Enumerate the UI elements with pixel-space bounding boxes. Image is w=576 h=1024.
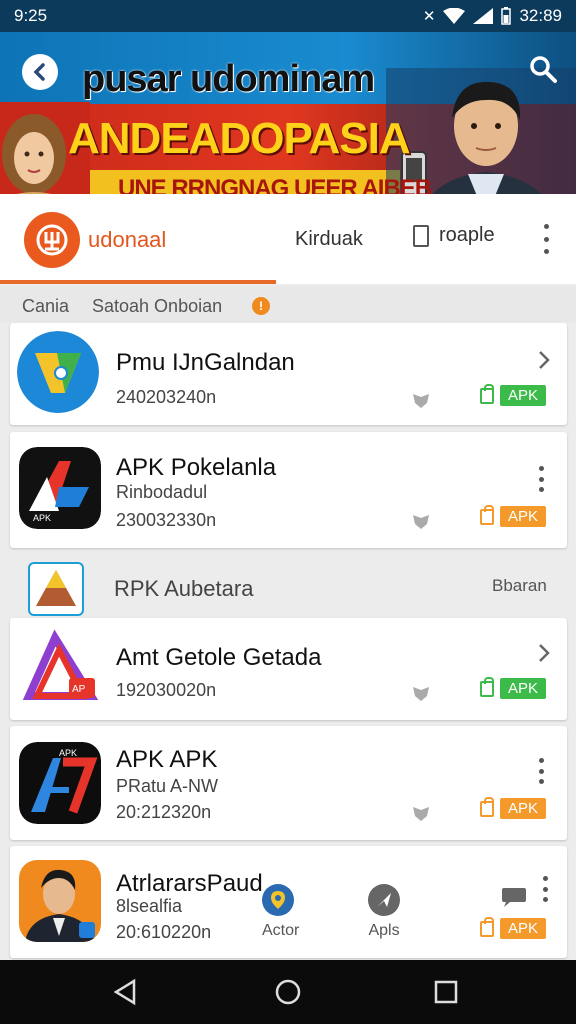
svg-text:APK: APK: [33, 513, 51, 523]
svg-text:APK: APK: [59, 748, 77, 758]
list-item[interactable]: AP Amt Getole Getada 192030020n APK: [10, 618, 567, 720]
signal-icon: [473, 8, 494, 24]
apk-download[interactable]: APK: [480, 796, 547, 819]
back-button[interactable]: [22, 54, 58, 90]
tab-brand[interactable]: udonaal: [24, 212, 166, 268]
apk-badge: APK: [500, 678, 547, 699]
apk-download[interactable]: APK: [480, 504, 547, 527]
app-subtitle: PRatu A-NW: [116, 776, 219, 796]
app-subtitle: Rinbodadul: [116, 482, 208, 502]
nav-item-apls[interactable]: Apls: [368, 884, 400, 940]
apk-badge: APK: [500, 506, 547, 527]
tab-indicator: [0, 280, 276, 284]
shield-icon: [413, 687, 429, 701]
app-icon: APK: [19, 447, 101, 529]
app-icon: [17, 331, 99, 413]
list-item[interactable]: APK APK APK PRatu A-NW 20:212320n APK: [10, 726, 567, 840]
banner-tagline: UNE RRNGNAG UEER AIBEB: [118, 175, 432, 194]
app-meta: 192030020n: [116, 680, 217, 700]
location-icon: [262, 884, 294, 916]
status-bar: 9:25 ✕ 32:89: [0, 0, 576, 32]
chevron-left-icon: [33, 63, 45, 81]
more-options-icon[interactable]: [540, 876, 550, 902]
apk-store-icon: [28, 562, 84, 616]
bag-icon: [480, 676, 494, 697]
app-name: Amt Getole Getada: [116, 644, 322, 671]
chevron-right-icon[interactable]: [537, 349, 551, 371]
banner-title: ANDEADOPASIA: [68, 114, 411, 163]
app-meta: 230032330n: [116, 510, 217, 530]
shield-icon: [413, 515, 429, 529]
more-menu-icon[interactable]: [536, 224, 556, 254]
apk-badge: APK: [500, 385, 547, 406]
section-title: Satoah Onboian: [92, 296, 223, 316]
shield-icon: [413, 807, 429, 821]
banner-headline: pusar udominam: [82, 58, 375, 100]
info-badge-icon: !: [252, 297, 270, 315]
app-icon: [19, 860, 101, 942]
bag-icon: [480, 796, 494, 817]
bag-icon: [480, 383, 494, 404]
section-left-label: Cania: [22, 296, 70, 316]
app-icon: APK: [19, 742, 101, 824]
apk-download[interactable]: APK: [480, 916, 547, 939]
back-triangle-icon[interactable]: [112, 978, 138, 1006]
nav-item-actor[interactable]: Actor: [262, 884, 299, 940]
chat-icon[interactable]: [500, 886, 528, 908]
section-header: Cania Satoah Onboian: [0, 286, 576, 322]
tab-brand-label: udonaal: [88, 227, 167, 252]
wifi-icon: [443, 8, 466, 24]
app-meta: 20:610220n: [116, 922, 212, 942]
chevron-right-icon[interactable]: [537, 642, 551, 664]
nav-item-apls-label: Apls: [368, 922, 400, 939]
document-icon: [413, 224, 429, 247]
app-meta: 240203240n: [116, 387, 217, 407]
send-icon: [368, 884, 400, 916]
brand-logo-icon: [24, 212, 80, 268]
app-name: APK APK: [116, 746, 218, 773]
app-subtitle: 8lsealfia: [116, 896, 183, 916]
more-options-icon[interactable]: [536, 466, 546, 492]
subsection-right-label[interactable]: Bbaran: [492, 576, 547, 596]
app-name: AtrlararsPaud: [116, 870, 263, 897]
apk-badge: APK: [500, 798, 547, 819]
status-icons: ✕ 32:89: [423, 6, 562, 26]
status-time: 9:25: [14, 6, 48, 25]
tab-kirduak[interactable]: Kirduak: [295, 228, 363, 251]
app-meta: 20:212320n: [116, 802, 212, 822]
search-icon[interactable]: [528, 54, 558, 84]
app-name: Pmu IJnGalndan: [116, 349, 295, 376]
subsection-title: RPK Aubetara: [114, 576, 254, 601]
top-tabs: udonaal Kirduak roaple: [0, 194, 576, 284]
apk-badge: APK: [500, 918, 547, 939]
app-name: APK Pokelanla: [116, 454, 277, 481]
list-item[interactable]: APK APK Pokelanla Rinbodadul 230032330n …: [10, 432, 567, 548]
list-item[interactable]: Pmu IJnGalndan 240203240n APK: [10, 323, 567, 425]
system-navigation-bar: [0, 960, 576, 1024]
nav-item-actor-label: Actor: [262, 922, 300, 939]
svg-text:AP: AP: [72, 684, 86, 695]
more-options-icon[interactable]: [536, 758, 546, 784]
bag-icon: [480, 504, 494, 525]
list-item[interactable]: AtrlararsPaud 8lsealfia 20:610220n APK A…: [10, 846, 567, 958]
bag-icon: [480, 916, 494, 937]
tab-roaple[interactable]: roaple: [413, 224, 495, 247]
battery-icon: [501, 7, 512, 25]
status-clock-right: 32:89: [519, 6, 562, 25]
app-icon: AP: [19, 626, 101, 708]
recents-square-icon[interactable]: [434, 980, 458, 1004]
apk-download[interactable]: APK: [480, 676, 547, 699]
promo-banner[interactable]: pusar udominam ANDEADOPASIA UNE RRNGNAG …: [0, 32, 576, 194]
bluetooth-icon: ✕: [422, 8, 436, 25]
apk-download[interactable]: APK: [480, 383, 547, 406]
home-circle-icon[interactable]: [274, 978, 302, 1006]
shield-icon: [413, 394, 429, 408]
tab-roaple-label: roaple: [439, 224, 495, 246]
